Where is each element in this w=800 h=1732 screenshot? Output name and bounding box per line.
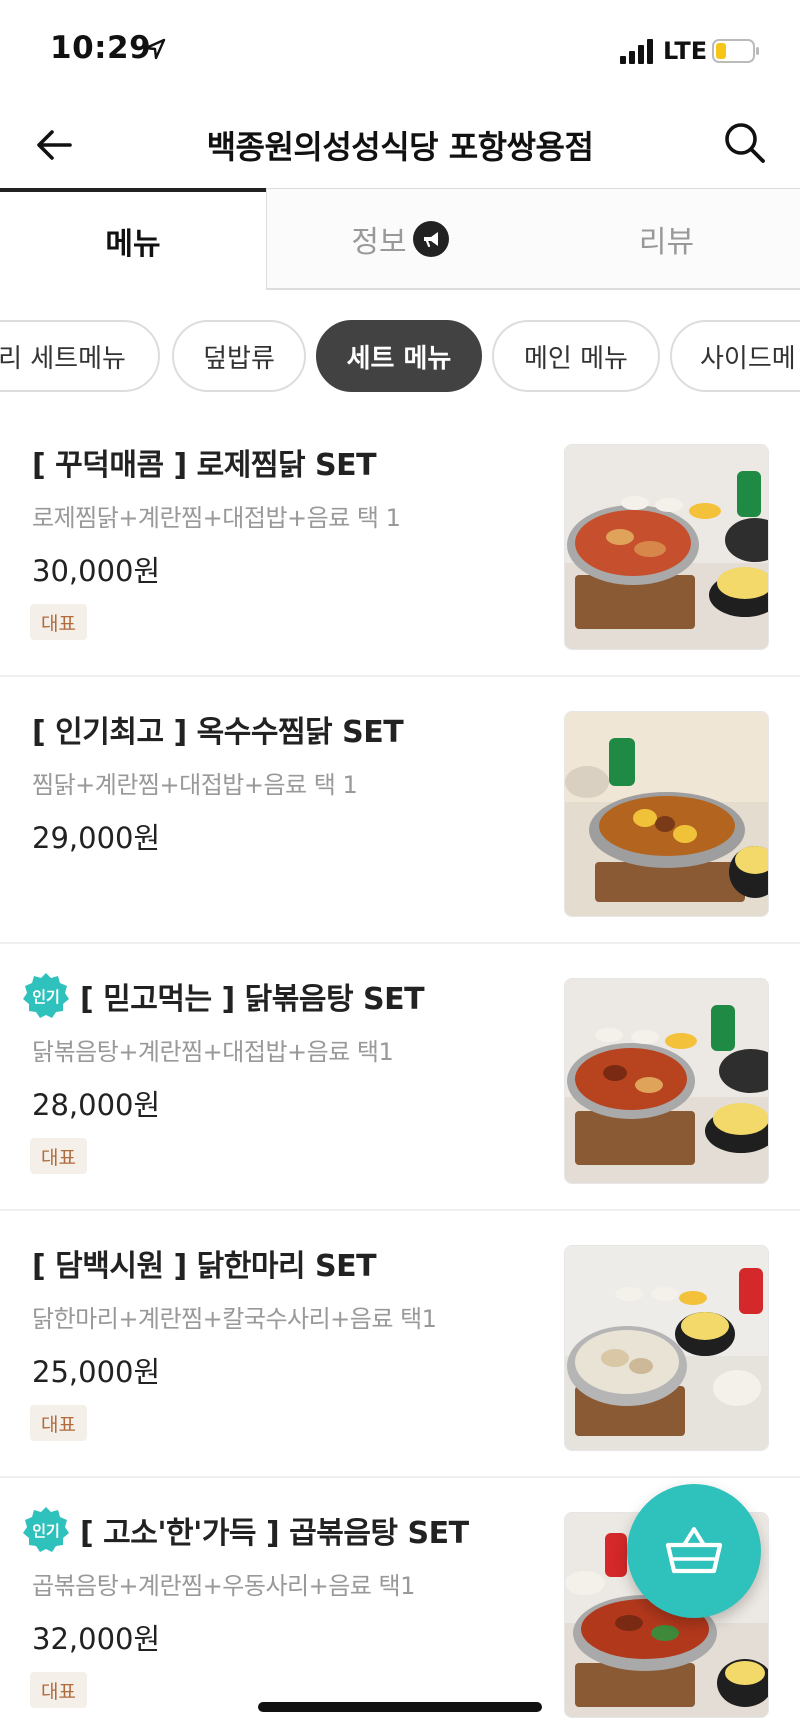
home-indicator[interactable] [258, 1702, 542, 1712]
basket-icon [665, 1527, 723, 1574]
tab-bar: 메뉴 정보 리뷰 [0, 188, 800, 290]
tab-review[interactable]: 리뷰 [533, 188, 800, 290]
category-chip[interactable]: 리 세트메뉴 [0, 320, 160, 392]
category-chips: 리 세트메뉴 덮밥류 세트 메뉴 메인 메뉴 사이드메 [0, 318, 800, 394]
network-label: LTE [663, 37, 708, 65]
arrow-left-icon[interactable] [30, 120, 80, 170]
menu-item-name: [ 인기최고 ] 옥수수찜닭 SET [32, 715, 404, 750]
tab-review-label: 리뷰 [638, 224, 695, 260]
popular-badge-icon: 인기 [23, 973, 69, 1018]
category-chip[interactable]: 덮밥류 [172, 320, 306, 392]
menu-item-desc: 닭볶음탕+계란찜+대접밥+음료 택1 [32, 1038, 394, 1066]
menu-item-name: [ 담백시원 ] 닭한마리 SET [32, 1249, 377, 1284]
menu-item-photo [564, 711, 769, 917]
menu-item-desc: 로제찜닭+계란찜+대접밥+음료 택 1 [32, 504, 401, 532]
menu-item-price: 32,000원 [32, 1622, 161, 1656]
cart-button[interactable] [627, 1484, 761, 1618]
representative-badge: 대표 [30, 1672, 87, 1708]
page-title: 백종원의성성식당 포항쌍용점 [206, 128, 594, 166]
menu-item-price: 30,000원 [32, 554, 161, 588]
category-chip[interactable]: 사이드메 [670, 320, 800, 392]
menu-item-price: 29,000원 [32, 821, 161, 855]
popular-badge-label: 인기 [32, 988, 60, 1006]
menu-item-name: [ 꾸덕매콤 ] 로제찜닭 SET [32, 448, 377, 483]
representative-badge: 대표 [30, 604, 87, 640]
popular-badge-label: 인기 [32, 1522, 60, 1540]
popular-badge-icon: 인기 [23, 1507, 69, 1552]
location-arrow-icon [144, 38, 166, 60]
app-header: 백종원의성성식당 포항쌍용점 [0, 100, 800, 188]
menu-item-photo [564, 978, 769, 1184]
status-time: 10:29 [50, 30, 152, 66]
menu-item-desc: 찜닭+계란찜+대접밥+음료 택 1 [32, 771, 358, 799]
tab-menu[interactable]: 메뉴 [0, 188, 266, 290]
menu-item-name: [ 믿고먹는 ] 닭볶음탕 SET [80, 982, 425, 1017]
menu-item-photo [564, 1245, 769, 1451]
menu-item-price: 28,000원 [32, 1088, 161, 1122]
category-chip-selected[interactable]: 세트 메뉴 [316, 320, 482, 392]
representative-badge: 대표 [30, 1138, 87, 1174]
status-bar: 10:29 LTE [0, 0, 800, 100]
menu-item[interactable]: [ 인기최고 ] 옥수수찜닭 SET 찜닭+계란찜+대접밥+음료 택 1 29,… [0, 677, 800, 944]
category-chip[interactable]: 메인 메뉴 [492, 320, 660, 392]
search-icon[interactable] [720, 118, 770, 168]
tab-info-label: 정보 [351, 224, 407, 260]
menu-item-desc: 곱볶음탕+계란찜+우동사리+음료 택1 [32, 1572, 415, 1600]
tab-menu-label: 메뉴 [105, 227, 161, 262]
menu-item-price: 25,000원 [32, 1355, 161, 1389]
menu-item[interactable]: [ 꾸덕매콤 ] 로제찜닭 SET 로제찜닭+계란찜+대접밥+음료 택 1 30… [0, 410, 800, 677]
representative-badge: 대표 [30, 1405, 87, 1441]
menu-item-desc: 닭한마리+계란찜+칼국수사리+음료 택1 [32, 1305, 437, 1333]
menu-item-photo [564, 444, 769, 650]
megaphone-icon [412, 220, 449, 257]
signal-icon [620, 39, 653, 64]
menu-item-name: [ 고소'한'가득 ] 곱볶음탕 SET [80, 1516, 469, 1551]
battery-icon [712, 39, 759, 63]
tab-info[interactable]: 정보 [266, 188, 533, 290]
menu-item[interactable]: [ 담백시원 ] 닭한마리 SET 닭한마리+계란찜+칼국수사리+음료 택1 2… [0, 1211, 800, 1478]
menu-item[interactable]: 인기 [ 믿고먹는 ] 닭볶음탕 SET 닭볶음탕+계란찜+대접밥+음료 택1 … [0, 944, 800, 1211]
